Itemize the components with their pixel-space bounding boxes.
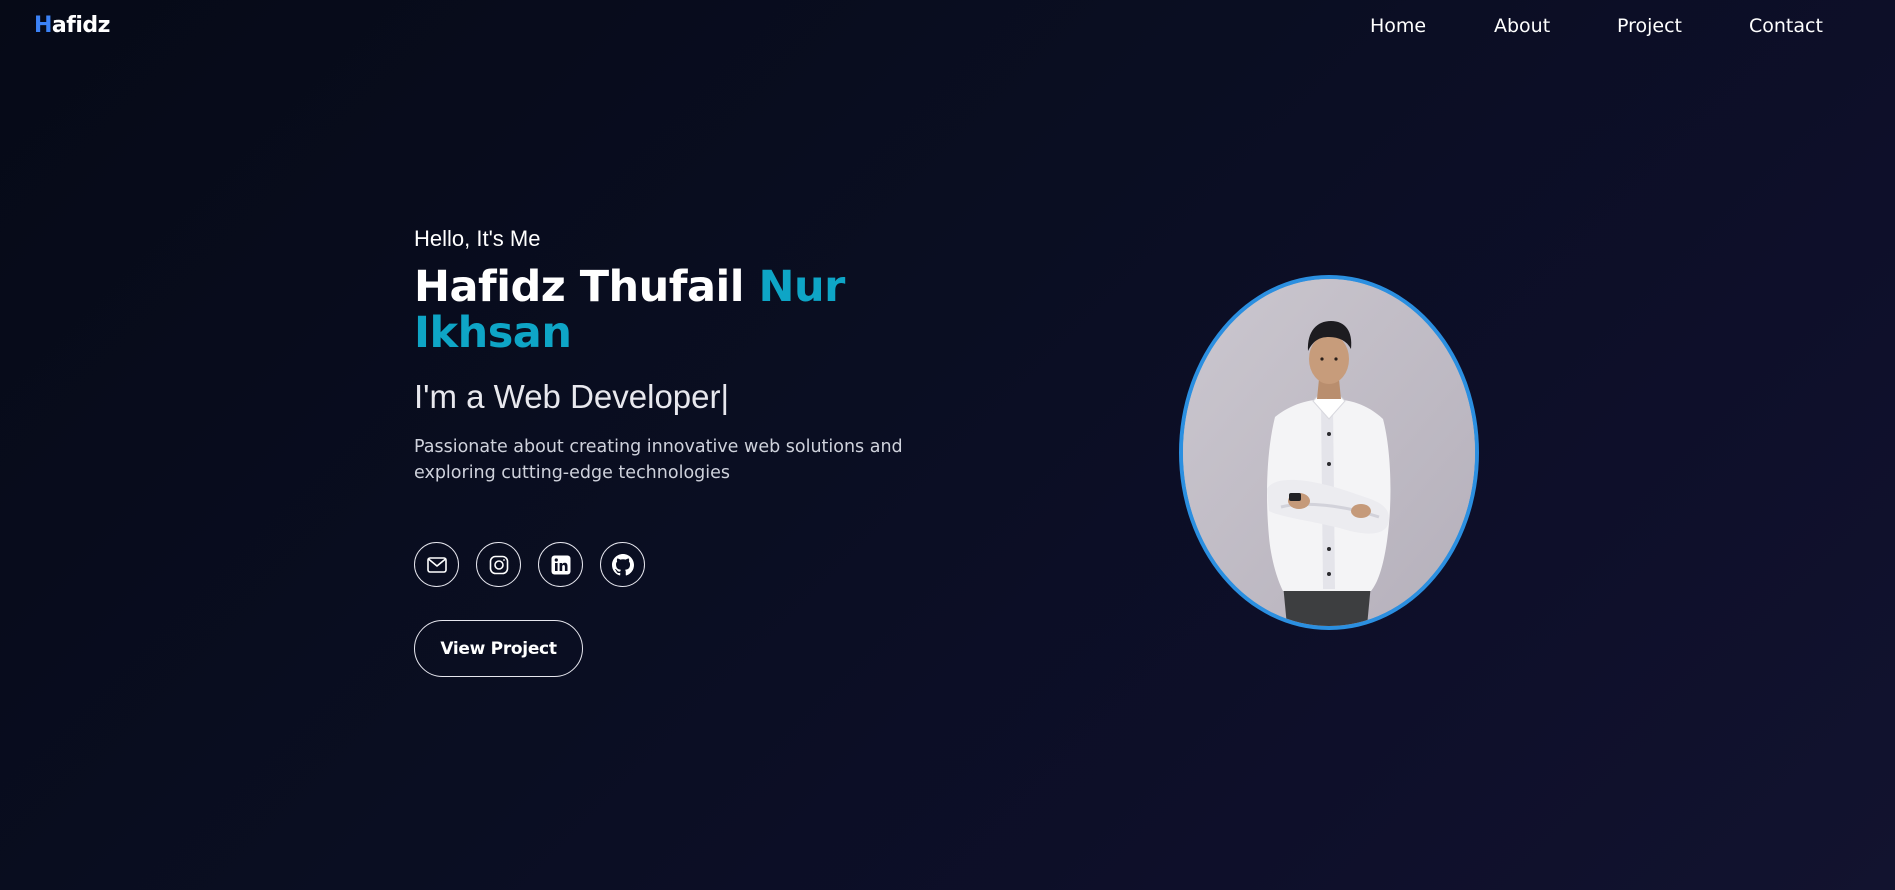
hero-role: I'm a Web Developer|: [414, 378, 974, 416]
linkedin-icon: [551, 555, 571, 575]
instagram-link[interactable]: [476, 542, 521, 587]
hero-name-white: Hafidz Thufail: [414, 262, 745, 312]
navbar: Hafidz Home About Project Contact: [0, 0, 1895, 54]
social-links: [414, 542, 654, 590]
nav-links: Home About Project Contact: [0, 15, 1895, 39]
nav-link-project[interactable]: Project: [1617, 15, 1682, 37]
hero-name: Hafidz Thufail Nur Ikhsan: [414, 264, 974, 356]
mail-link[interactable]: [414, 542, 459, 587]
typing-cursor: |: [720, 378, 730, 415]
view-project-button[interactable]: View Project: [414, 620, 583, 677]
person-illustration: [1183, 279, 1475, 626]
nav-link-contact[interactable]: Contact: [1749, 15, 1823, 37]
hero-text: Hello, It's Me Hafidz Thufail Nur Ikhsan…: [414, 226, 974, 486]
hero-name-accent-2: Ikhsan: [414, 308, 572, 358]
github-link[interactable]: [600, 542, 645, 587]
hero-role-text: I'm a Web Developer: [414, 378, 721, 415]
hero-tagline: Passionate about creating innovative web…: [414, 437, 903, 483]
nav-link-about[interactable]: About: [1494, 15, 1550, 37]
profile-photo: [1179, 275, 1479, 630]
hero-name-accent-1: Nur: [758, 262, 845, 312]
mail-icon: [426, 556, 447, 573]
instagram-icon: [489, 555, 509, 575]
github-icon: [611, 553, 634, 576]
linkedin-link[interactable]: [538, 542, 583, 587]
hero-greeting: Hello, It's Me: [414, 226, 541, 251]
nav-link-home[interactable]: Home: [1370, 15, 1426, 37]
